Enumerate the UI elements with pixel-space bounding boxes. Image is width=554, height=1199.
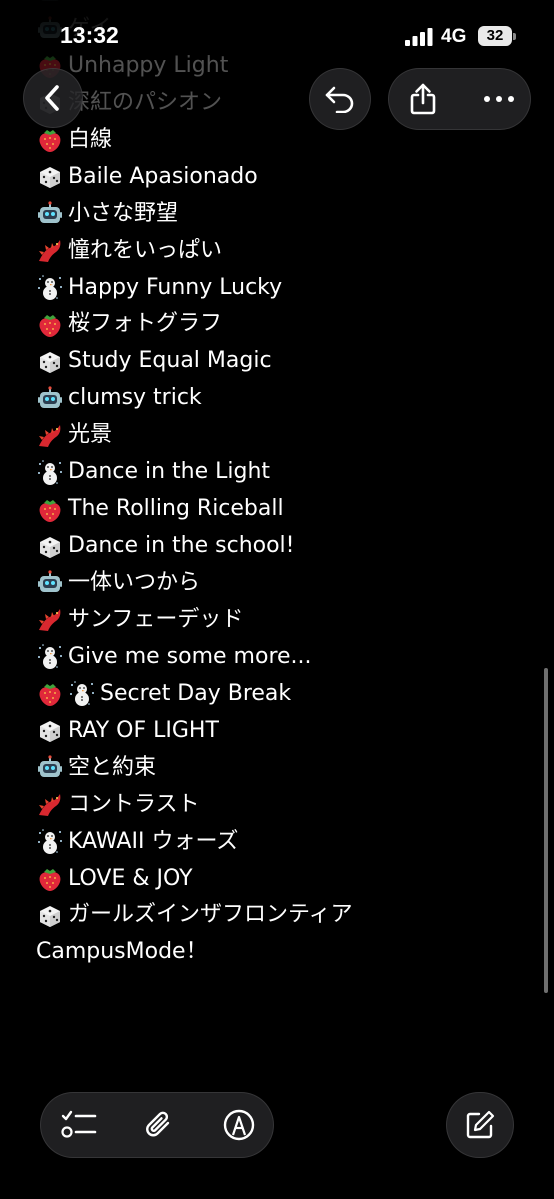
compose-icon — [447, 1093, 513, 1157]
note-line-text: Secret Day Break — [100, 680, 292, 706]
note-line[interactable]: Give me some more... — [36, 639, 353, 676]
note-line-text: 光景 — [68, 422, 113, 448]
paperclip-icon — [146, 1111, 170, 1137]
note-line-text: Give me some more... — [68, 643, 312, 669]
note-line[interactable]: CampusMode！ — [36, 934, 353, 971]
note-line-text: サンフェーデッド — [68, 606, 244, 632]
snowman-emoji-icon — [36, 459, 64, 487]
note-line[interactable]: 一体いつから — [36, 565, 353, 602]
snowman-emoji-icon — [36, 828, 64, 856]
note-line[interactable]: 憧れをいっぱい — [36, 233, 353, 270]
note-line[interactable]: Happy Funny Lucky — [36, 270, 353, 307]
action-button-group — [388, 68, 531, 130]
more-button[interactable] — [473, 69, 525, 129]
note-line[interactable]: 白線 — [36, 122, 353, 159]
note-line-text: 桜フォトグラフ — [68, 311, 223, 337]
share-button[interactable] — [397, 69, 449, 129]
chevron-left-icon — [24, 69, 82, 127]
dice-emoji-icon — [36, 348, 64, 376]
dice-emoji-icon — [36, 163, 64, 191]
snowman-emoji-icon — [36, 643, 64, 671]
note-body[interactable]: ラブレインギスゲイUnhappy Light深紅のパシオン白線Baile Apa… — [36, 0, 353, 971]
share-icon — [410, 83, 436, 115]
note-line-text: コントラスト — [68, 791, 200, 817]
note-line-text: LOVE & JOY — [68, 865, 193, 891]
note-line[interactable]: clumsy trick — [36, 380, 353, 417]
undo-arrow-icon — [310, 69, 370, 129]
checklist-icon — [61, 1110, 97, 1138]
dragon-emoji-icon — [36, 422, 64, 450]
network-type: 4G — [441, 26, 467, 47]
note-line[interactable]: KAWAII ウォーズ — [36, 824, 353, 861]
robot-emoji-icon — [36, 200, 64, 228]
note-line[interactable]: ガールズインザフロンティア — [36, 897, 353, 934]
strawberry-emoji-icon — [36, 865, 64, 893]
note-line[interactable]: 桜フォトグラフ — [36, 306, 353, 343]
note-line-text: 白線 — [68, 126, 113, 152]
note-line[interactable]: Dance in the school! — [36, 528, 353, 565]
checklist-button[interactable] — [51, 1093, 107, 1157]
attachment-button[interactable] — [131, 1093, 187, 1157]
back-button[interactable] — [23, 68, 83, 128]
note-line[interactable]: Baile Apasionado — [36, 159, 353, 196]
dice-emoji-icon — [36, 902, 64, 930]
scroll-indicator[interactable] — [544, 668, 548, 993]
note-line[interactable]: Secret Day Break — [36, 676, 353, 713]
note-line[interactable]: The Rolling Riceball — [36, 491, 353, 528]
note-line-text: KAWAII ウォーズ — [68, 828, 239, 854]
note-line-text: Study Equal Magic — [68, 348, 272, 374]
robot-emoji-icon — [36, 754, 64, 782]
note-line-text: CampusMode！ — [36, 939, 208, 965]
strawberry-emoji-icon — [36, 680, 64, 708]
cellular-signal-icon — [405, 28, 433, 46]
note-line-text: 小さな野望 — [68, 200, 179, 226]
note-line[interactable]: LOVE & JOY — [36, 861, 353, 898]
note-line[interactable]: 深紅のパシオン — [36, 85, 353, 122]
dragon-emoji-icon — [36, 606, 64, 634]
strawberry-emoji-icon — [36, 311, 64, 339]
markup-button[interactable] — [211, 1093, 267, 1157]
note-line-text: The Rolling Riceball — [68, 496, 284, 522]
dice-emoji-icon — [36, 717, 64, 745]
note-line-text: Happy Funny Lucky — [68, 274, 283, 300]
robot-emoji-icon — [36, 385, 64, 413]
undo-button[interactable] — [309, 68, 371, 130]
status-bar: 13:32 4G 32 — [0, 0, 554, 60]
note-line[interactable]: コントラスト — [36, 787, 353, 824]
note-line-text: clumsy trick — [68, 385, 202, 411]
note-line-text: Dance in the Light — [68, 459, 271, 485]
note-line-text: Dance in the school! — [68, 533, 295, 559]
snowman-emoji-icon — [68, 680, 96, 708]
status-time: 13:32 — [60, 22, 119, 48]
battery-icon: 32 — [478, 26, 516, 48]
note-line-text: 憧れをいっぱい — [68, 237, 223, 263]
dice-emoji-icon — [36, 533, 64, 561]
note-line[interactable]: RAY OF LIGHT — [36, 713, 353, 750]
note-line[interactable]: 空と約束 — [36, 750, 353, 787]
strawberry-emoji-icon — [36, 496, 64, 524]
note-line-text: 深紅のパシオン — [68, 89, 223, 115]
note-line[interactable]: サンフェーデッド — [36, 602, 353, 639]
pen-markup-icon — [223, 1109, 255, 1141]
dragon-emoji-icon — [36, 237, 64, 265]
battery-level: 32 — [478, 26, 512, 46]
bottom-toolbar — [40, 1092, 274, 1158]
snowman-emoji-icon — [36, 274, 64, 302]
note-line-text: 一体いつから — [68, 570, 201, 595]
strawberry-emoji-icon — [36, 126, 64, 154]
note-line[interactable]: 小さな野望 — [36, 196, 353, 233]
note-line-text: RAY OF LIGHT — [68, 717, 219, 743]
note-line[interactable]: Study Equal Magic — [36, 343, 353, 380]
note-line-text: 空と約束 — [68, 754, 157, 780]
note-line[interactable]: Dance in the Light — [36, 454, 353, 491]
compose-button[interactable] — [446, 1092, 514, 1158]
robot-emoji-icon — [36, 569, 64, 597]
dragon-emoji-icon — [36, 791, 64, 819]
ellipsis-icon — [484, 96, 514, 102]
note-line[interactable]: 光景 — [36, 417, 353, 454]
note-line-text: Baile Apasionado — [68, 163, 258, 189]
note-line-text: ガールズインザフロンティア — [68, 902, 353, 928]
